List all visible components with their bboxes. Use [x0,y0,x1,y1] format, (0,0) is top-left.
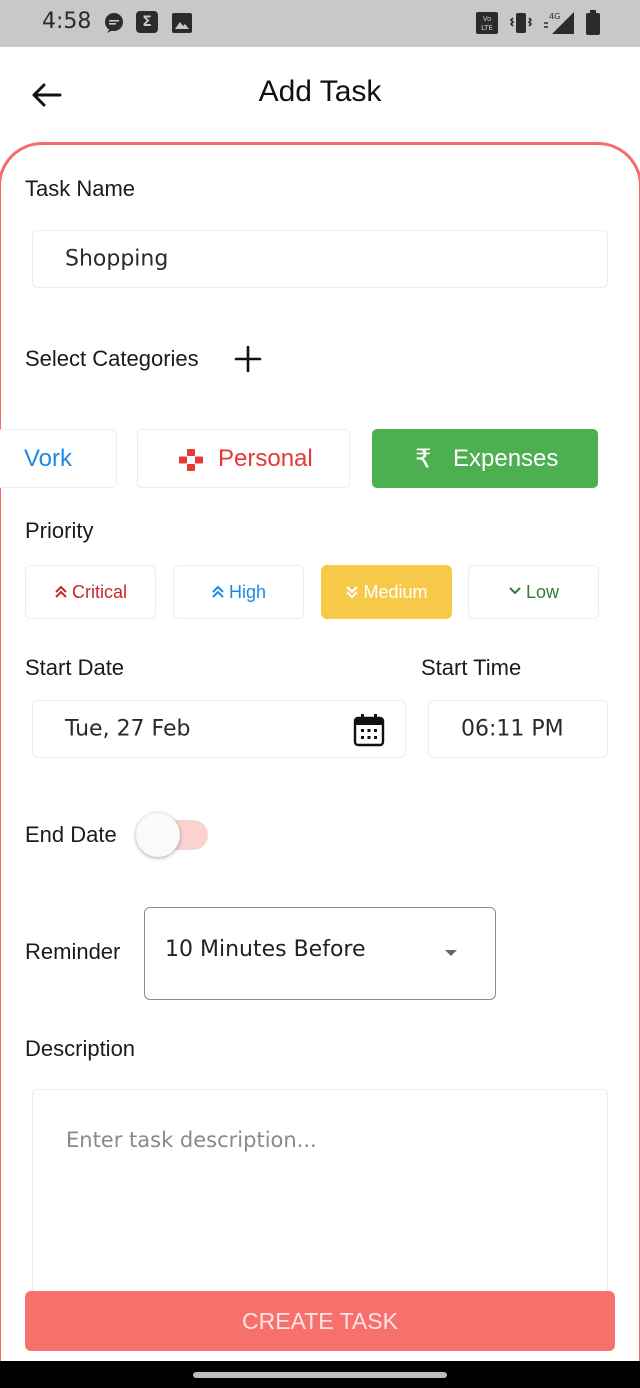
plus-icon[interactable] [234,345,262,373]
category-chip-personal[interactable]: Personal [137,429,350,488]
svg-text:LTE: LTE [481,24,493,32]
double-chevron-down-icon [346,586,359,599]
start-time-field[interactable]: 06:11 PM [428,700,608,758]
start-time-label: Start Time [421,655,522,680]
priority-label-high: High [228,582,267,602]
start-date-field[interactable]: Tue, 27 Feb [32,700,406,758]
category-chip-work[interactable]: Vork [0,429,117,488]
create-task-button[interactable]: CREATE TASK [25,1291,615,1351]
system-nav-bar [0,1361,640,1388]
battery-icon [586,10,600,35]
start-date-value: Tue, 27 Feb [65,716,191,742]
image-icon [172,13,192,33]
toggle-knob [136,813,180,857]
status-time: 4:58 [42,9,92,34]
svg-text:Vo: Vo [483,15,492,23]
status-bar: 4:58 Σ Vo LTE 4G [0,0,640,47]
vibrate-icon [509,13,533,33]
page-title: Add Task [258,75,382,108]
reminder-value: 10 Minutes Before [165,937,366,962]
message-icon [105,13,123,33]
gamepad-icon [179,449,203,471]
description-label: Description [25,1036,136,1061]
signal-icon: 4G [544,12,574,34]
category-label-expenses: Expenses [453,444,559,472]
sigma-app-icon: Σ [136,11,158,33]
rupee-icon: ₹ [415,443,432,473]
start-date-label: Start Date [25,655,125,680]
start-time-value: 06:11 PM [461,716,564,742]
end-date-label: End Date [25,822,117,847]
calendar-icon[interactable] [353,713,385,747]
category-label-work: Vork [24,444,73,472]
home-handle[interactable] [193,1372,447,1378]
priority-label: Priority [25,518,94,543]
category-label-personal: Personal [218,444,313,472]
chevron-down-icon [509,587,521,595]
caret-down-icon [445,950,457,956]
priority-critical[interactable]: Critical [25,565,156,619]
reminder-label: Reminder [25,939,121,964]
category-chip-expenses[interactable]: ₹ Expenses [372,429,598,488]
double-chevron-up-icon [212,585,224,598]
priority-low[interactable]: Low [468,565,599,619]
volte-icon: Vo LTE [476,12,498,34]
priority-high[interactable]: High [173,565,304,619]
double-chevron-up-icon [55,585,67,598]
svg-text:4G: 4G [549,12,560,21]
priority-label-low: Low [525,582,560,602]
priority-medium[interactable]: Medium [321,565,452,619]
priority-label-critical: Critical [71,582,127,602]
categories-label: Select Categories [25,346,199,371]
task-name-input[interactable]: Shopping [32,230,608,288]
priority-label-medium: Medium [363,582,428,602]
end-date-toggle[interactable] [136,813,208,857]
app-header: Add Task [0,47,640,142]
description-placeholder: Enter task description... [66,1128,317,1152]
task-name-label: Task Name [25,176,136,201]
reminder-dropdown[interactable]: 10 Minutes Before [144,907,496,1000]
description-input[interactable]: Enter task description... [32,1089,608,1309]
task-name-value: Shopping [65,246,169,272]
